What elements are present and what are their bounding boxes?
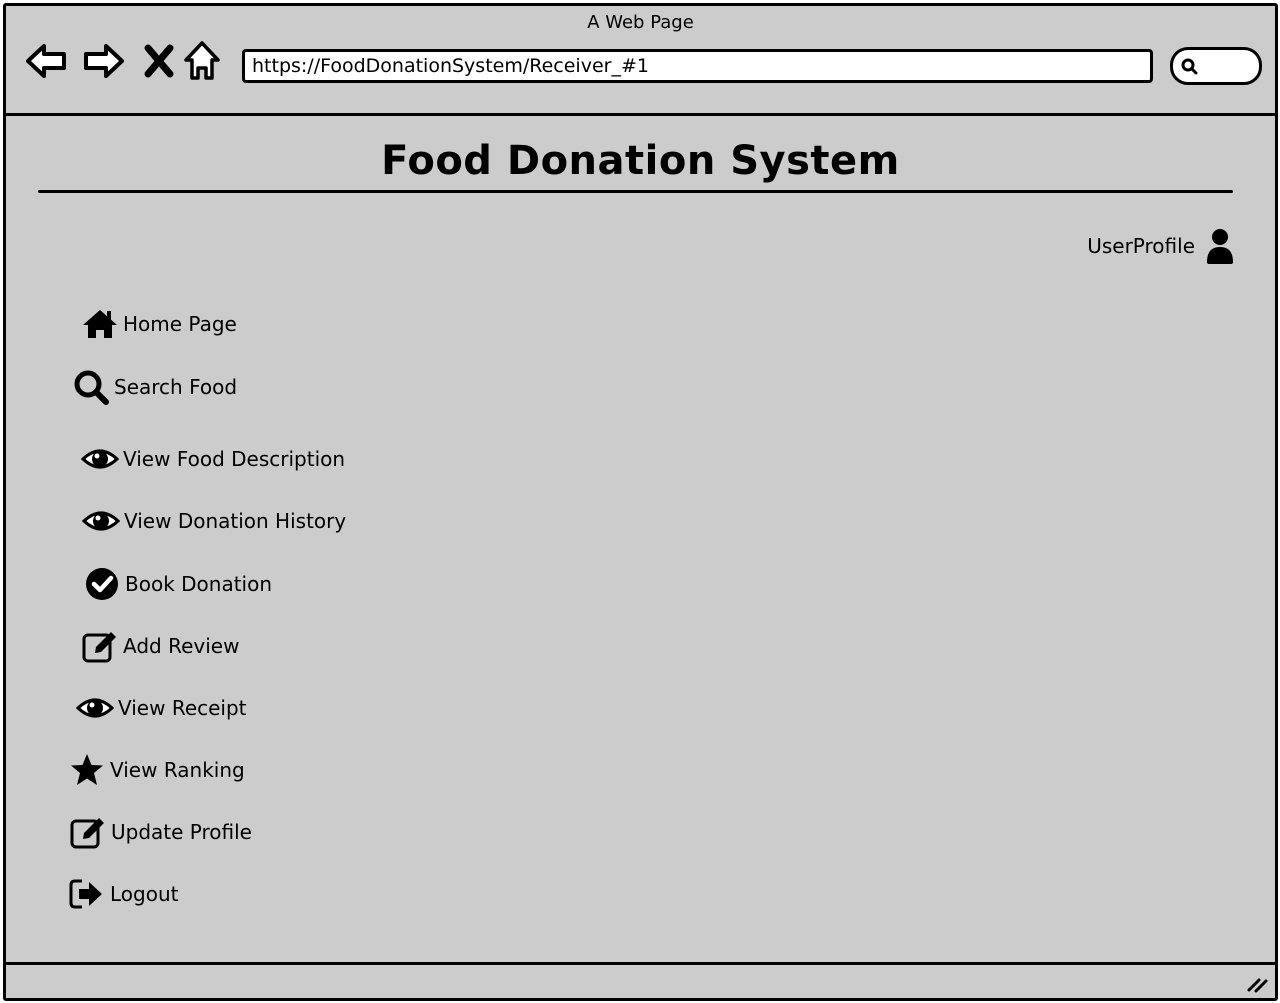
page-content: Food Donation System UserProfile Home Pa… (6, 116, 1275, 961)
menu-item-label: View Food Description (123, 447, 346, 471)
menu-item-label: Add Review (123, 634, 240, 658)
menu-item-view-receipt[interactable]: View Receipt (76, 689, 247, 727)
check-circle-icon (83, 565, 121, 603)
window-title: A Web Page (587, 12, 694, 33)
menu-item-view-donation-history[interactable]: View Donation History (82, 502, 346, 540)
menu-item-label: Search Food (114, 375, 238, 399)
resize-grip-icon[interactable] (1245, 970, 1269, 994)
menu-item-label: Update Profile (111, 820, 252, 844)
menu-item-label: Logout (110, 882, 179, 906)
address-bar[interactable]: https://FoodDonationSystem/Receiver_#1 (242, 49, 1153, 83)
menu-item-search-food[interactable]: Search Food (72, 368, 237, 406)
menu-item-view-ranking[interactable]: View Ranking (68, 751, 245, 789)
user-icon (1205, 228, 1235, 264)
title-divider (38, 190, 1233, 193)
menu-item-view-food-description[interactable]: View Food Description (81, 440, 345, 478)
browser-chrome: A Web Page https://FoodDonationSystem/Re… (6, 6, 1275, 116)
menu-item-logout[interactable]: Logout (68, 875, 178, 913)
eye-icon (81, 440, 119, 478)
edit-icon (81, 627, 119, 665)
eye-icon (82, 502, 120, 540)
menu-item-label: Book Donation (125, 572, 273, 596)
search-icon (72, 368, 110, 406)
menu-item-book-donation[interactable]: Book Donation (83, 565, 272, 603)
page-title: Food Donation System (381, 138, 900, 184)
menu-item-label: View Donation History (124, 509, 347, 533)
status-bar (6, 962, 1275, 998)
menu-item-add-review[interactable]: Add Review (81, 627, 239, 665)
back-arrow-icon[interactable] (24, 38, 70, 84)
star-icon (68, 751, 106, 789)
menu-item-home-page[interactable]: Home Page (81, 305, 237, 343)
home-icon (81, 305, 119, 343)
user-profile-label: UserProfile (1087, 234, 1195, 258)
search-icon (1180, 57, 1198, 75)
home-icon[interactable] (182, 38, 222, 84)
logout-icon (68, 875, 106, 913)
eye-icon (76, 689, 114, 727)
user-profile-link[interactable]: UserProfile (1087, 228, 1235, 264)
menu-item-update-profile[interactable]: Update Profile (69, 813, 252, 851)
browser-window: A Web Page https://FoodDonationSystem/Re… (3, 3, 1278, 1001)
stop-icon[interactable] (142, 38, 176, 84)
menu-item-label: Home Page (123, 312, 237, 336)
forward-arrow-icon[interactable] (80, 38, 126, 84)
menu-item-label: View Receipt (118, 696, 247, 720)
edit-icon (69, 813, 107, 851)
menu-item-label: View Ranking (110, 758, 245, 782)
browser-search-field[interactable] (1170, 47, 1262, 85)
